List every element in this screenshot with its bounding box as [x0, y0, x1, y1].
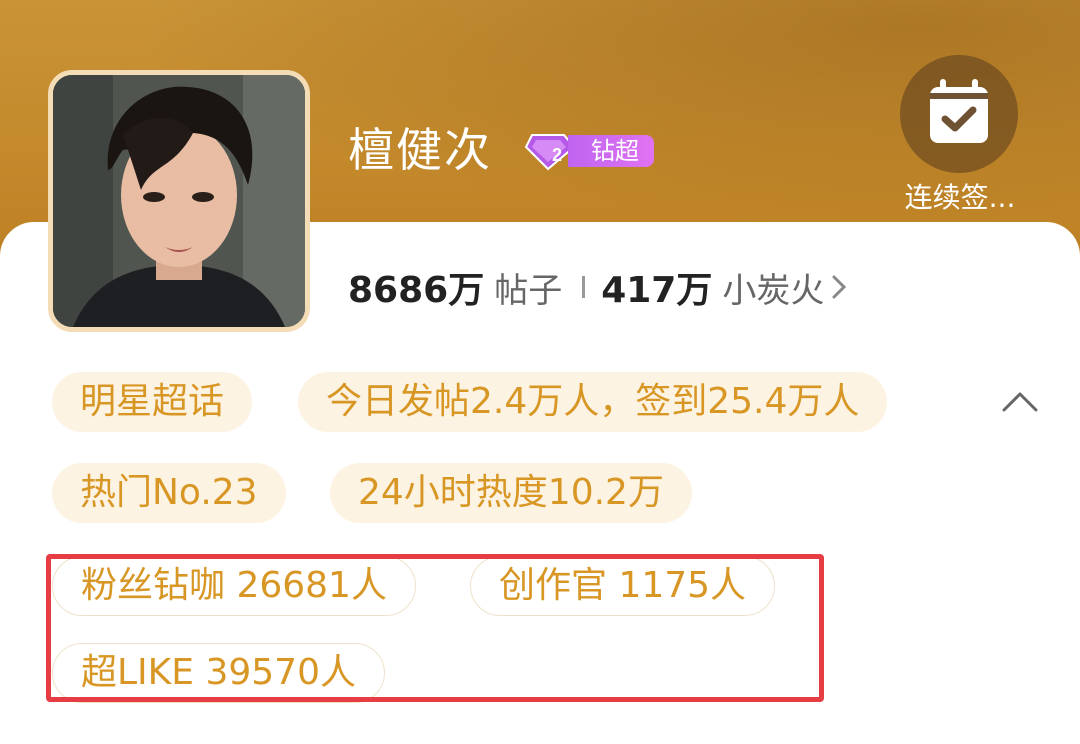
- diamond-badge[interactable]: 2 钻超: [524, 131, 654, 171]
- highlight-box: [46, 554, 824, 702]
- posts-label: 帖子: [494, 270, 563, 311]
- avatar-photo: [53, 75, 305, 327]
- fire-label[interactable]: 小炭火: [722, 263, 824, 312]
- checkin-button[interactable]: [900, 55, 1018, 173]
- tag-daily-activity[interactable]: 今日发帖2.4万人，签到25.4万人: [298, 372, 888, 432]
- badge-label: 钻超: [568, 135, 654, 167]
- page-title: 檀健次: [348, 123, 492, 177]
- calendar-check-icon: [930, 79, 988, 143]
- badge-level: 2: [552, 145, 562, 165]
- tag-star-topic[interactable]: 明星超话: [52, 372, 253, 432]
- avatar[interactable]: [48, 70, 310, 332]
- posts-count: 8686万: [348, 270, 485, 311]
- fire-count[interactable]: 417万: [601, 261, 712, 313]
- stats-row: 8686万 帖子 417万 小炭火: [348, 262, 848, 312]
- tag-hot-rank[interactable]: 热门No.23: [52, 463, 286, 523]
- tag-24h-heat[interactable]: 24小时热度10.2万: [330, 463, 692, 523]
- chevron-right-icon[interactable]: [830, 272, 848, 302]
- stats-divider: [582, 276, 586, 298]
- chevron-up-icon[interactable]: [1000, 386, 1040, 416]
- checkin-label[interactable]: 连续签...: [900, 178, 1020, 218]
